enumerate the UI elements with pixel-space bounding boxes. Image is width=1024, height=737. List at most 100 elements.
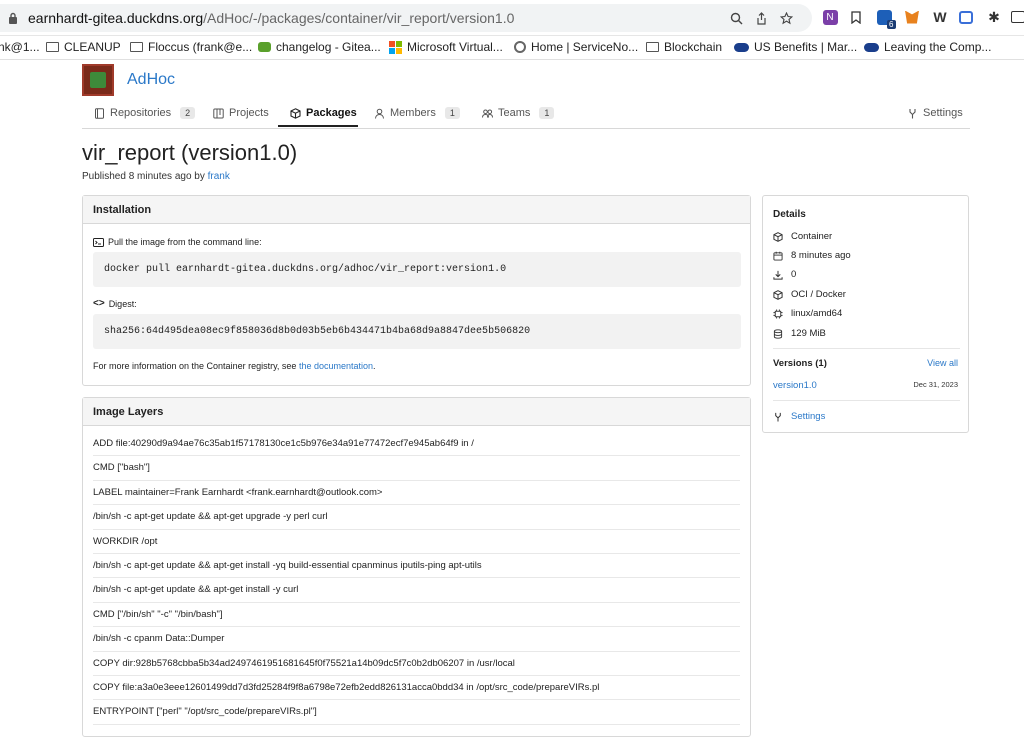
view-all-link[interactable]: View all bbox=[927, 358, 958, 368]
detail-text: linux/amd64 bbox=[791, 308, 843, 319]
settings-link[interactable]: Settings bbox=[773, 411, 825, 422]
divider bbox=[773, 400, 960, 401]
layers-list: ADD file:40290d9a94ae76c35ab1f57178130ce… bbox=[83, 426, 750, 725]
tool-icon bbox=[775, 412, 781, 422]
image-layers-panel: Image Layers ADD file:40290d9a94ae76c35a… bbox=[82, 397, 751, 737]
url-text: earnhardt-gitea.duckdns.org/AdHoc/-/pack… bbox=[28, 10, 514, 26]
code-icon: <> bbox=[93, 298, 105, 309]
metamask-icon[interactable] bbox=[902, 7, 922, 27]
layer-row: LABEL maintainer=Frank Earnhardt <frank.… bbox=[93, 481, 740, 506]
bookmark-microsoft-virtual[interactable]: Microsoft Virtual... bbox=[389, 40, 503, 54]
wallet-w-icon[interactable]: W bbox=[930, 7, 950, 27]
bookmark-label: Floccus (frank@e... bbox=[148, 40, 253, 54]
bookmark-leaving-company[interactable]: Leaving the Comp... bbox=[864, 40, 991, 54]
detail-size: 129 MiB bbox=[773, 328, 826, 339]
zoom-icon[interactable] bbox=[730, 12, 743, 25]
note-text: For more information on the Container re… bbox=[93, 361, 297, 371]
org-tabs: Repositories 2 Projects Packages Members 1… bbox=[82, 101, 970, 129]
cpu-icon bbox=[773, 308, 783, 319]
address-bar[interactable]: earnhardt-gitea.duckdns.org/AdHoc/-/pack… bbox=[0, 4, 812, 32]
bookmark-gitea-changelog[interactable]: changelog - Gitea... bbox=[258, 40, 381, 54]
detail-format: OCI / Docker bbox=[773, 289, 846, 300]
published-info: Published 8 minutes ago by frank bbox=[82, 171, 230, 182]
tab-count-badge: 1 bbox=[539, 107, 555, 119]
bookmarks-bar: nk@1... CLEANUP Floccus (frank@e... chan… bbox=[0, 36, 1024, 60]
detail-text: OCI / Docker bbox=[791, 289, 846, 300]
page-title: vir_report (version1.0) bbox=[82, 140, 298, 165]
share-icon[interactable] bbox=[755, 12, 768, 25]
version-date: Dec 31, 2023 bbox=[913, 380, 958, 389]
documentation-link[interactable]: the documentation bbox=[299, 361, 373, 371]
url-path: /AdHoc/-/packages/container/vir_report/v… bbox=[203, 10, 515, 26]
microsoft-icon bbox=[389, 40, 402, 54]
settings-link-text: Settings bbox=[791, 411, 826, 422]
tab-count-badge: 1 bbox=[444, 107, 460, 119]
calendar-icon bbox=[773, 251, 783, 261]
project-board-icon bbox=[213, 108, 224, 118]
layer-row: /bin/sh -c apt-get update && apt-get upg… bbox=[93, 505, 740, 530]
pull-label: Pull the image from the command line: bbox=[93, 237, 262, 247]
org-avatar[interactable] bbox=[82, 64, 114, 96]
layer-row: /bin/sh -c apt-get update && apt-get ins… bbox=[93, 554, 740, 579]
bookmark-label: changelog - Gitea... bbox=[276, 40, 381, 54]
bookmark-us-benefits[interactable]: US Benefits | Mar... bbox=[734, 40, 857, 54]
installation-heading: Installation bbox=[83, 196, 750, 224]
trello-icon[interactable]: 6 bbox=[874, 7, 896, 29]
details-heading: Details bbox=[773, 209, 806, 220]
org-name[interactable]: AdHoc bbox=[127, 71, 175, 89]
note-end: . bbox=[373, 361, 376, 371]
gitea-icon bbox=[258, 42, 271, 52]
tab-repositories[interactable]: Repositories 2 bbox=[94, 107, 196, 119]
detail-text: 129 MiB bbox=[791, 328, 826, 339]
digest-box[interactable]: sha256:64d495dea08ec9f858036d8b0d03b5eb6… bbox=[93, 314, 741, 349]
bookmark-label: Leaving the Comp... bbox=[884, 40, 992, 54]
bookmark-label: US Benefits | Mar... bbox=[754, 40, 858, 54]
package-icon bbox=[290, 107, 301, 119]
tab-label: Packages bbox=[306, 107, 357, 119]
publisher-link[interactable]: frank bbox=[208, 171, 230, 182]
installation-panel: Installation Pull the image from the com… bbox=[82, 195, 751, 386]
layer-row: COPY dir:928b5768cbba5b34ad2497461951681… bbox=[93, 652, 740, 676]
folder-icon bbox=[46, 42, 59, 52]
tab-members[interactable]: Members 1 bbox=[374, 107, 460, 119]
repo-icon bbox=[95, 107, 104, 119]
bookmark-icon[interactable] bbox=[846, 7, 866, 27]
tab-settings[interactable]: Settings bbox=[907, 107, 963, 119]
bookmark-label: Microsoft Virtual... bbox=[407, 40, 503, 54]
pull-command: docker pull earnhardt-gitea.duckdns.org/… bbox=[104, 264, 507, 275]
puzzle-extensions-icon[interactable]: ✱ bbox=[984, 7, 1004, 27]
sidebar-panel-icon[interactable] bbox=[1008, 7, 1024, 27]
bookmark-folder-cleanup[interactable]: CLEANUP bbox=[46, 40, 121, 54]
bookmark-servicenow[interactable]: Home | ServiceNo... bbox=[514, 40, 638, 54]
layer-row: CMD ["bash"] bbox=[93, 456, 740, 481]
onenote-icon[interactable]: N bbox=[820, 7, 840, 27]
tab-packages[interactable]: Packages bbox=[290, 107, 357, 119]
servicenow-icon bbox=[514, 41, 526, 53]
layer-row: CMD ["/bin/sh" "-c" "/bin/bash"] bbox=[93, 603, 740, 628]
registry-note: For more information on the Container re… bbox=[93, 361, 376, 371]
pull-command-box[interactable]: docker pull earnhardt-gitea.duckdns.org/… bbox=[93, 252, 741, 287]
published-text: Published 8 minutes ago by bbox=[82, 171, 205, 182]
layer-row: /bin/sh -c apt-get update && apt-get ins… bbox=[93, 578, 740, 603]
detail-platform: linux/amd64 bbox=[773, 308, 842, 319]
versions-heading: Versions (1) bbox=[773, 358, 827, 369]
tab-projects[interactable]: Projects bbox=[213, 107, 269, 119]
digest-value: sha256:64d495dea08ec9f858036d8b0d03b5eb6… bbox=[104, 326, 531, 337]
tab-teams[interactable]: Teams 1 bbox=[482, 107, 555, 119]
person-icon bbox=[375, 108, 384, 119]
detail-text: Container bbox=[791, 231, 833, 242]
extension-badge: 6 bbox=[887, 19, 896, 29]
bookmark-label: CLEANUP bbox=[64, 40, 121, 54]
digest-label: <> Digest: bbox=[93, 298, 137, 309]
window-extension-icon[interactable] bbox=[956, 7, 976, 27]
download-icon bbox=[773, 270, 783, 280]
browser-toolbar: earnhardt-gitea.duckdns.org/AdHoc/-/pack… bbox=[0, 0, 1024, 36]
divider bbox=[773, 348, 960, 349]
people-icon bbox=[482, 109, 493, 118]
bookmark-folder-floccus[interactable]: Floccus (frank@e... bbox=[130, 40, 252, 54]
bookmark-folder-blockchain[interactable]: Blockchain bbox=[646, 40, 722, 54]
version-link[interactable]: version1.0 bbox=[773, 380, 817, 391]
bookmark-star-icon[interactable] bbox=[780, 12, 793, 25]
bookmark-item[interactable]: nk@1... bbox=[0, 40, 40, 54]
url-host: earnhardt-gitea.duckdns.org bbox=[28, 10, 204, 26]
